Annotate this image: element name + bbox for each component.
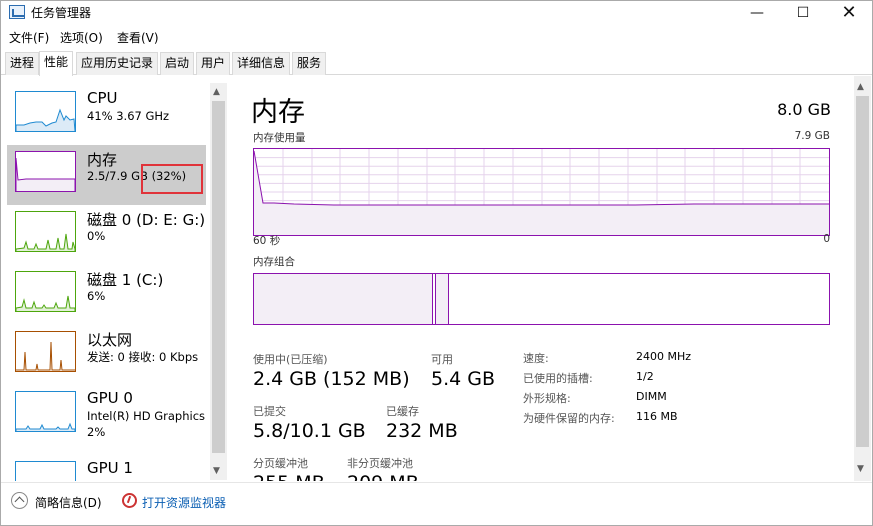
highlight-annotation <box>141 164 203 194</box>
chevron-up-icon[interactable] <box>11 492 28 509</box>
page-title: 内存 <box>251 97 305 128</box>
tab-startup[interactable]: 启动 <box>160 52 195 75</box>
memory-detail-panel: 内存 8.0 GB 内存使用量 7.9 GB 60 秒 0 内存组合 使用中(已… <box>237 76 853 481</box>
composition-standby <box>436 274 449 324</box>
cpu-thumbnail-graph <box>15 91 76 132</box>
tab-processes[interactable]: 进程 <box>5 52 40 75</box>
tab-users[interactable]: 用户 <box>196 52 231 75</box>
scroll-up-icon[interactable]: ▲ <box>857 82 864 92</box>
spec-label-slots: 已使用的插槽: <box>523 372 593 385</box>
maximize-button[interactable]: ☐ <box>780 1 826 25</box>
resource-item-title: CPU <box>87 89 118 107</box>
resource-list: CPU 41% 3.67 GHz 内存 2.5/7.9 GB (32%) 磁盘 … <box>1 76 228 481</box>
paged-pool-value: 255 MB <box>253 472 325 481</box>
resource-item-subtitle: Intel(R) HD Graphics <box>87 409 206 423</box>
spec-label-hardware-reserved: 为硬件保留的内存: <box>523 412 615 425</box>
fewer-details-button[interactable]: 简略信息(D) <box>35 494 102 511</box>
usage-graph-label: 内存使用量 <box>253 132 306 144</box>
task-manager-icon <box>9 5 25 19</box>
resource-item-subtitle: 发送: 0 接收: 0 Kbps <box>87 350 199 364</box>
disk0-thumbnail-graph <box>15 211 76 252</box>
resource-item-disk0[interactable]: 磁盘 0 (D: E: G:) 0% <box>7 205 206 265</box>
resource-item-disk1[interactable]: 磁盘 1 (C:) 6% <box>7 265 206 325</box>
tab-services[interactable]: 服务 <box>292 52 327 75</box>
in-use-value: 2.4 GB (152 MB) <box>253 368 410 390</box>
tab-performance[interactable]: 性能 <box>39 51 74 76</box>
tab-details[interactable]: 详细信息 <box>232 52 291 75</box>
disk1-thumbnail-graph <box>15 271 76 312</box>
tab-bar: 进程 性能 应用历史记录 启动 用户 详细信息 服务 <box>1 51 872 76</box>
memory-usage-graph <box>253 148 830 236</box>
resource-list-scrollbar[interactable]: ▲ ▼ <box>210 83 227 480</box>
tab-app-history[interactable]: 应用历史记录 <box>76 52 159 75</box>
open-resource-monitor-link[interactable]: 打开资源监视器 <box>142 494 226 511</box>
gpu1-thumbnail-graph <box>15 461 76 481</box>
resource-item-gpu0[interactable]: GPU 0 Intel(R) HD Graphics 2% <box>7 385 206 445</box>
task-manager-window: 任务管理器 — ☐ ✕ 文件(F) 选项(O) 查看(V) 进程 性能 应用历史… <box>0 0 873 526</box>
minimize-button[interactable]: — <box>734 1 780 25</box>
resource-item-title: GPU 1 <box>87 459 133 477</box>
spec-value-form-factor: DIMM <box>636 390 667 403</box>
resource-item-subtitle: 41% 3.67 GHz <box>87 109 170 123</box>
composition-label: 内存组合 <box>253 256 295 268</box>
resource-item-title: 磁盘 1 (C:) <box>87 271 164 289</box>
spec-label-speed: 速度: <box>523 352 549 365</box>
resource-item-usage: 2% <box>87 425 106 439</box>
resource-item-title: 内存 <box>87 151 118 169</box>
spec-value-speed: 2400 MHz <box>636 350 692 363</box>
scroll-down-icon[interactable]: ▼ <box>213 466 220 476</box>
resource-item-gpu1[interactable]: GPU 1 <box>7 455 206 481</box>
available-label: 可用 <box>431 353 453 366</box>
gpu0-thumbnail-graph <box>15 391 76 432</box>
memory-total: 8.0 GB <box>777 100 831 119</box>
menu-view[interactable]: 查看(V) <box>117 29 159 46</box>
cached-value: 232 MB <box>386 420 458 442</box>
nonpaged-pool-value: 209 MB <box>347 472 419 481</box>
window-title: 任务管理器 <box>31 6 92 20</box>
resource-item-title: 磁盘 0 (D: E: G:) <box>87 211 206 229</box>
resource-item-subtitle: 6% <box>87 289 106 303</box>
close-button[interactable]: ✕ <box>826 1 872 25</box>
paged-pool-label: 分页缓冲池 <box>253 457 308 470</box>
resource-item-memory[interactable]: 内存 2.5/7.9 GB (32%) <box>7 145 206 205</box>
resource-monitor-icon <box>122 493 137 508</box>
resource-item-cpu[interactable]: CPU 41% 3.67 GHz <box>7 85 206 145</box>
resource-item-title: GPU 0 <box>87 389 133 407</box>
scrollbar-thumb[interactable] <box>212 101 225 453</box>
detail-scrollbar[interactable]: ▲ ▼ <box>854 76 871 481</box>
graph-x-right: 0 <box>823 233 830 245</box>
resource-item-ethernet[interactable]: 以太网 发送: 0 接收: 0 Kbps <box>7 325 206 385</box>
graph-x-left: 60 秒 <box>253 235 281 247</box>
menu-options[interactable]: 选项(O) <box>60 29 103 46</box>
scrollbar-thumb[interactable] <box>856 96 869 447</box>
ethernet-thumbnail-graph <box>15 331 76 372</box>
spec-label-form-factor: 外形规格: <box>523 392 571 405</box>
nonpaged-pool-label: 非分页缓冲池 <box>347 457 413 470</box>
spec-value-slots: 1/2 <box>636 370 654 383</box>
committed-value: 5.8/10.1 GB <box>253 420 366 442</box>
resource-item-title: 以太网 <box>87 331 133 349</box>
scroll-down-icon[interactable]: ▼ <box>857 464 864 474</box>
cached-label: 已缓存 <box>386 405 419 418</box>
menu-file[interactable]: 文件(F) <box>9 29 49 46</box>
composition-in-use <box>254 274 433 324</box>
usage-graph-max: 7.9 GB <box>794 130 830 142</box>
in-use-label: 使用中(已压缩) <box>253 353 328 366</box>
spec-value-hardware-reserved: 116 MB <box>636 410 678 423</box>
footer-bar: 简略信息(D) 打开资源监视器 <box>1 482 872 525</box>
available-value: 5.4 GB <box>431 368 496 390</box>
scroll-up-icon[interactable]: ▲ <box>213 87 220 97</box>
resource-item-subtitle: 0% <box>87 229 106 243</box>
committed-label: 已提交 <box>253 405 286 418</box>
memory-thumbnail-graph <box>15 151 76 192</box>
title-bar: 任务管理器 — ☐ ✕ <box>1 1 872 26</box>
memory-composition-bar <box>253 273 830 325</box>
